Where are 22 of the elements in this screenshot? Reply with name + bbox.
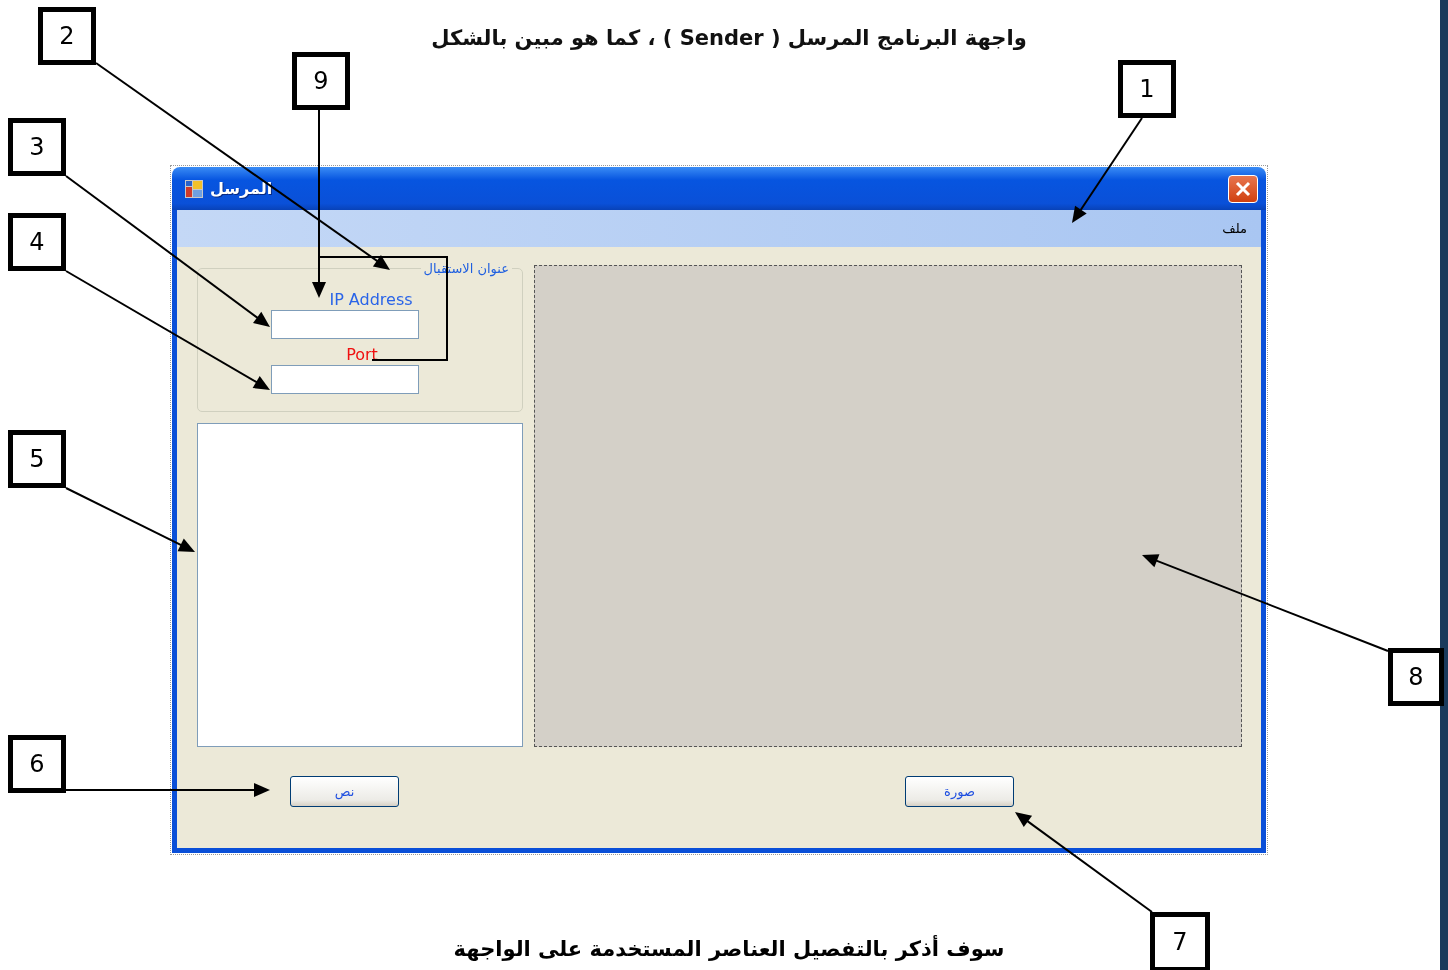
close-icon xyxy=(1234,179,1252,198)
callout-number: 6 xyxy=(8,735,66,793)
port-label: Port xyxy=(346,345,378,365)
caption-text: سوف أذكر بالتفصيل العناصر المستخدمة على الواجهة xyxy=(453,935,1005,963)
callout-number: 1 xyxy=(1118,60,1176,118)
heading-text: واجهة البرنامج المرسل ( Sender ) ، كما هو مبين بالشكل xyxy=(431,26,1027,52)
app-icon xyxy=(184,178,204,199)
close-button[interactable] xyxy=(1228,174,1258,203)
callout-number: 7 xyxy=(1150,912,1210,970)
ip-input-field[interactable] xyxy=(271,310,419,339)
form-button[interactable]: نص xyxy=(290,776,399,807)
form-button[interactable]: صورة xyxy=(905,776,1014,807)
callout-number: 8 xyxy=(1388,648,1444,706)
menu-item[interactable]: ملف xyxy=(1222,221,1247,236)
window-title: المرسل xyxy=(210,179,273,198)
callout-number: 5 xyxy=(8,430,66,488)
callout-number: 2 xyxy=(38,7,96,65)
ip-label: IP Address xyxy=(329,290,413,310)
port-input-field[interactable] xyxy=(271,365,419,394)
callout-number: 3 xyxy=(8,118,66,176)
callout-number: 4 xyxy=(8,213,66,271)
callout-number: 9 xyxy=(292,52,350,110)
